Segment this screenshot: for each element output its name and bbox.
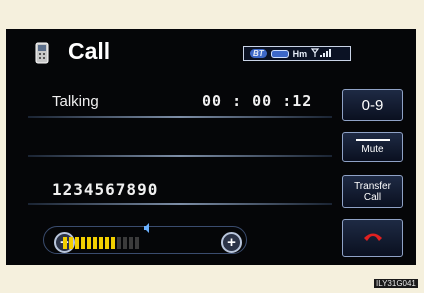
call-timer: 00 : 00 :12 bbox=[202, 92, 313, 110]
volume-segment bbox=[75, 237, 79, 249]
volume-segment bbox=[129, 237, 133, 249]
transfer-call-button[interactable]: Transfer Call bbox=[342, 175, 403, 208]
volume-segment bbox=[111, 237, 115, 249]
hang-up-icon bbox=[362, 229, 384, 247]
bluetooth-status-icon: BT bbox=[250, 49, 267, 58]
transfer-label-line1: Transfer bbox=[354, 180, 391, 192]
mute-button[interactable]: Mute bbox=[342, 132, 403, 162]
divider bbox=[28, 155, 332, 157]
image-code: ILY31G041 bbox=[374, 279, 418, 288]
volume-segment bbox=[99, 237, 103, 249]
mute-label: Mute bbox=[361, 144, 384, 155]
volume-segment bbox=[81, 237, 85, 249]
volume-segment bbox=[69, 237, 73, 249]
transfer-label-line2: Call bbox=[363, 191, 382, 203]
page-title: Call bbox=[68, 38, 111, 64]
keypad-button[interactable]: 0-9 bbox=[342, 89, 403, 121]
volume-segment bbox=[117, 237, 121, 249]
home-network-label: Hm bbox=[292, 48, 308, 59]
volume-segment bbox=[105, 237, 109, 249]
divider bbox=[28, 116, 332, 118]
battery-icon bbox=[270, 49, 289, 58]
divider bbox=[28, 203, 332, 205]
signal-strength-icon bbox=[310, 47, 333, 60]
connection-status-bar: BT Hm bbox=[243, 46, 351, 61]
mobile-phone-icon bbox=[34, 41, 50, 70]
call-screen: Call BT Hm Talking 00 : 00 :12 123456789… bbox=[6, 29, 416, 265]
end-call-button[interactable] bbox=[342, 219, 403, 257]
volume-segment bbox=[123, 237, 127, 249]
volume-level-marker-icon bbox=[143, 220, 151, 238]
volume-segment bbox=[135, 237, 139, 249]
mute-indicator bbox=[355, 139, 390, 141]
volume-level-bar[interactable] bbox=[63, 237, 139, 249]
volume-segment bbox=[63, 237, 67, 249]
volume-segment bbox=[87, 237, 91, 249]
volume-segment bbox=[93, 237, 97, 249]
call-status-label: Talking bbox=[52, 93, 99, 110]
volume-up-button[interactable]: + bbox=[221, 232, 242, 253]
phone-number: 1234567890 bbox=[52, 180, 159, 199]
